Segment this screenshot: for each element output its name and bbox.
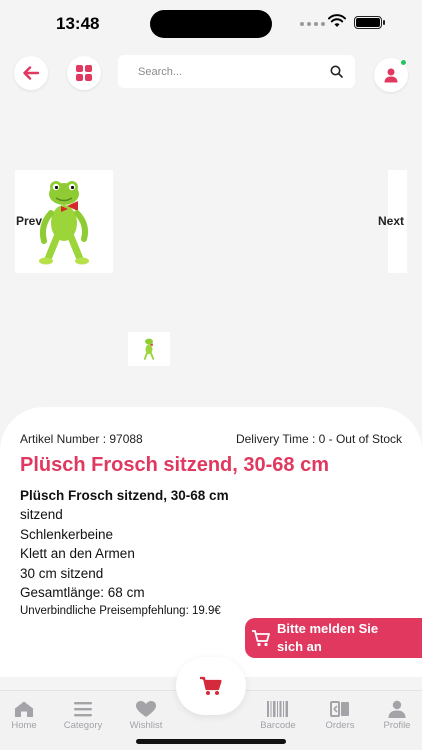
article-number: Artikel Number : 97088 xyxy=(20,432,143,446)
grid-icon xyxy=(76,65,92,81)
product-meta: Artikel Number : 97088 Delivery Time : 0… xyxy=(20,432,402,446)
tab-orders[interactable]: Orders xyxy=(310,700,370,731)
tab-orders-label: Orders xyxy=(325,720,355,731)
profile-icon xyxy=(388,700,406,718)
tab-profile-label: Profile xyxy=(383,720,411,731)
online-indicator xyxy=(400,59,407,66)
login-notify-button[interactable]: Bitte melden Sie sich an xyxy=(245,618,422,658)
image-thumbnail[interactable] xyxy=(128,332,170,366)
wifi-icon xyxy=(328,14,346,27)
signal-icon xyxy=(300,22,325,26)
battery-icon xyxy=(354,16,385,29)
description-line: Klett an den Armen xyxy=(20,546,135,562)
frog-thumbnail-icon xyxy=(143,338,155,360)
price-note: Unverbindliche Preisempfehlung: 19.9€ xyxy=(20,605,221,618)
description-heading: Plüsch Frosch sitzend, 30-68 cm xyxy=(20,488,229,503)
product-title: Plüsch Frosch sitzend, 30-68 cm xyxy=(20,454,329,476)
dynamic-island xyxy=(150,10,272,38)
home-icon xyxy=(15,701,33,717)
tab-home-label: Home xyxy=(11,720,37,731)
profile-button[interactable] xyxy=(374,58,408,92)
tab-profile[interactable]: Profile xyxy=(367,700,422,731)
delivery-time: Delivery Time : 0 - Out of Stock xyxy=(235,432,402,446)
tab-barcode-label: Barcode xyxy=(260,720,296,731)
cart-icon xyxy=(249,629,273,647)
tab-barcode[interactable]: Barcode xyxy=(248,700,308,731)
barcode-icon xyxy=(267,701,288,717)
category-menu-button[interactable] xyxy=(67,56,101,90)
search-bar[interactable]: Search... xyxy=(118,55,355,88)
heart-icon xyxy=(136,701,156,717)
back-button[interactable] xyxy=(14,56,48,90)
tab-wishlist-label: Wishlist xyxy=(129,720,163,731)
category-icon xyxy=(74,702,92,717)
tab-category[interactable]: Category xyxy=(53,700,113,731)
frog-plush-image xyxy=(39,180,89,264)
tab-wishlist[interactable]: Wishlist xyxy=(116,700,176,731)
arrow-left-icon xyxy=(23,66,39,80)
next-button[interactable]: Next xyxy=(378,214,404,228)
cart-button[interactable] xyxy=(176,657,246,715)
description-line: 30 cm sitzend xyxy=(20,565,104,581)
status-time: 13:48 xyxy=(56,14,100,33)
prev-button[interactable]: Prev xyxy=(16,214,42,228)
tab-category-label: Category xyxy=(63,720,103,731)
orders-icon xyxy=(330,701,349,717)
login-notify-label: Bitte melden Sie sich an xyxy=(277,621,379,654)
description-line: sitzend xyxy=(20,507,63,523)
product-description: Plüsch Frosch sitzend, 30-68 cm sitzend … xyxy=(20,486,229,622)
shopping-cart-icon xyxy=(200,676,222,695)
tab-home[interactable]: Home xyxy=(0,700,54,731)
search-icon[interactable] xyxy=(330,65,343,78)
description-line: Schlenkerbeine xyxy=(20,526,114,542)
user-icon xyxy=(384,68,398,83)
home-indicator xyxy=(136,739,286,744)
description-line: Gesamtlänge: 68 cm xyxy=(20,585,145,601)
status-bar: 13:48 xyxy=(0,0,422,48)
search-input[interactable]: Search... xyxy=(138,66,330,78)
